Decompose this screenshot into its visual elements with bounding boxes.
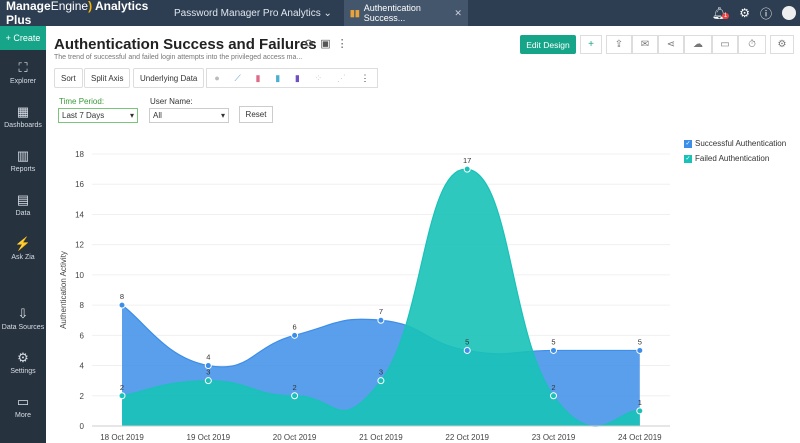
data-point [118, 392, 126, 400]
data-point [377, 377, 385, 385]
y-tick-label: 0 [80, 422, 85, 431]
data-point [550, 392, 557, 400]
data-point [463, 165, 471, 173]
data-point [118, 301, 126, 309]
y-tick-label: 14 [75, 210, 84, 219]
data-label: 3 [206, 368, 210, 377]
data-label: 7 [379, 307, 383, 316]
y-tick-label: 8 [80, 301, 85, 310]
data-label: 6 [293, 322, 297, 331]
y-axis-label: Authentication Activity [59, 251, 68, 329]
data-point [377, 316, 385, 324]
data-label: 5 [638, 337, 642, 346]
data-point [291, 392, 299, 400]
y-tick-label: 18 [75, 150, 84, 159]
x-tick-label: 24 Oct 2019 [618, 433, 662, 442]
data-point [204, 377, 212, 385]
x-tick-label: 22 Oct 2019 [445, 433, 489, 442]
data-label: 5 [465, 337, 469, 346]
data-label: 2 [551, 383, 555, 392]
y-tick-label: 16 [75, 180, 84, 189]
data-point [463, 346, 471, 354]
y-tick-label: 12 [75, 241, 84, 250]
data-point [636, 407, 644, 415]
x-tick-label: 21 Oct 2019 [359, 433, 403, 442]
data-point [291, 331, 299, 339]
x-tick-label: 18 Oct 2019 [100, 433, 144, 442]
x-tick-label: 20 Oct 2019 [273, 433, 317, 442]
y-tick-label: 4 [80, 362, 85, 371]
data-label: 2 [293, 383, 297, 392]
y-tick-label: 2 [80, 392, 85, 401]
y-tick-label: 6 [80, 331, 85, 340]
data-label: 2 [120, 383, 124, 392]
data-label: 3 [379, 368, 383, 377]
data-label: 8 [120, 292, 124, 301]
x-tick-label: 19 Oct 2019 [187, 433, 231, 442]
data-label: 5 [551, 337, 555, 346]
data-label: 17 [463, 156, 471, 165]
x-tick-label: 23 Oct 2019 [532, 433, 576, 442]
chart: 02468101214161818 Oct 2019 19 Oct 2019 20 … [59, 150, 670, 442]
y-tick-label: 10 [75, 271, 84, 280]
data-label: 4 [206, 353, 210, 362]
data-label: 1 [638, 398, 642, 407]
data-point [636, 346, 644, 354]
data-point [550, 346, 557, 354]
